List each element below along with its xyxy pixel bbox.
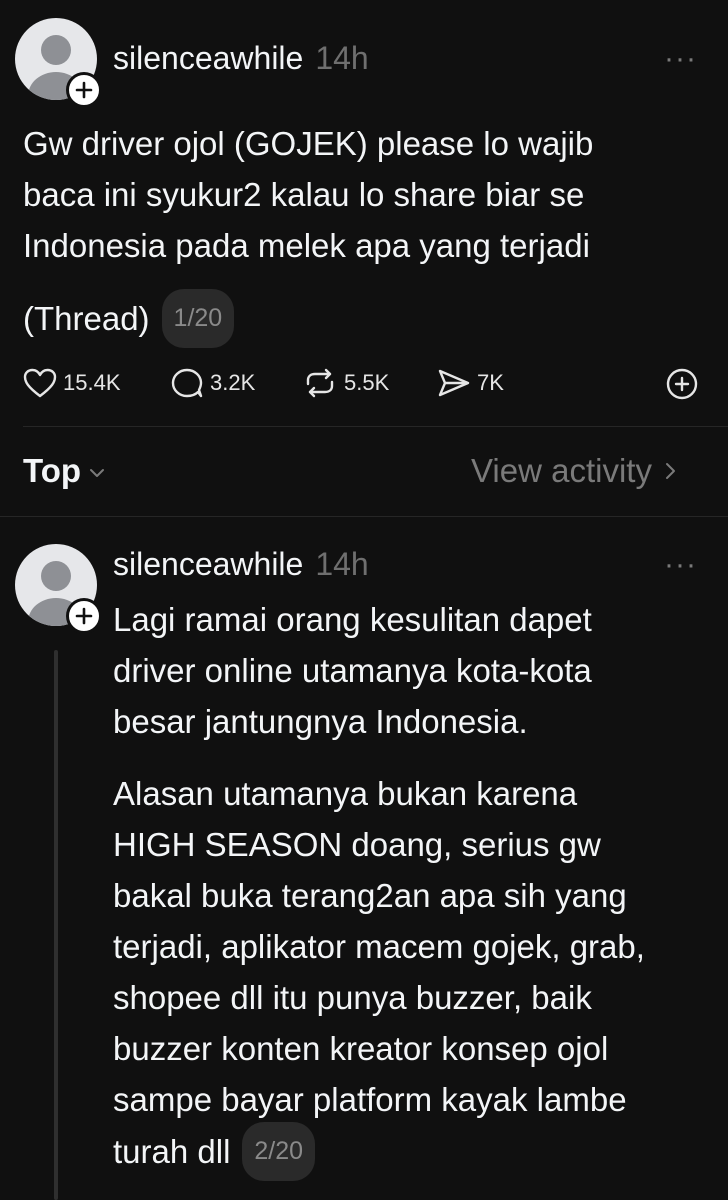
post-text-line: Gw driver ojol (GOJEK) please lo wajib (23, 125, 594, 162)
plus-icon (75, 607, 93, 625)
post-text-line: Lagi ramai orang kesulitan dapet (113, 601, 592, 638)
comment-icon (171, 368, 203, 398)
follow-button[interactable] (66, 72, 102, 108)
post-text-line: Alasan utamanya bukan karena (113, 775, 578, 812)
thread-counter: 2/20 (242, 1122, 316, 1181)
post-text-line: baca ini syukur2 kalau lo share biar se (23, 176, 585, 213)
post-text-line: shopee dll itu punya buzzer, baik (113, 979, 592, 1016)
repost-button[interactable]: 5.5K (302, 368, 389, 398)
post-text-line: terjadi, aplikator macem gojek, grab, (113, 928, 645, 965)
plus-icon (75, 81, 93, 99)
post-text-line: bakal buka terang2an apa sih yang (113, 877, 627, 914)
post-header: silenceawhile 14h (113, 546, 369, 583)
chevron-down-icon (90, 469, 105, 477)
repost-icon (306, 368, 334, 398)
post-text-line: HIGH SEASON doang, serius gw (113, 826, 601, 863)
repost-count: 5.5K (344, 370, 390, 395)
username[interactable]: silenceawhile (113, 40, 303, 77)
post-body-paragraph-1: Lagi ramai orang kesulitan dapet driver … (113, 594, 723, 747)
view-activity-label: View activity (471, 452, 652, 489)
more-options-icon[interactable]: ··· (664, 42, 697, 76)
post-body-paragraph-2: Alasan utamanya bukan karena HIGH SEASON… (113, 768, 723, 1184)
divider (23, 426, 728, 427)
post-body: Gw driver ojol (GOJEK) please lo wajib b… (23, 118, 713, 271)
heart-icon (23, 368, 57, 398)
chevron-right-icon (665, 463, 675, 479)
like-count: 15.4K (63, 370, 121, 395)
thread-line-text: (Thread) 1/20 (23, 289, 235, 351)
post-text-line: sampe bayar platform kayak lambe (113, 1081, 627, 1118)
post-text-line: Indonesia pada melek apa yang terjadi (23, 227, 590, 264)
more-options-icon[interactable]: ··· (664, 548, 697, 582)
post-text-line: turah dll (113, 1133, 231, 1171)
share-count: 7K (477, 370, 504, 395)
share-button[interactable]: 7K (437, 368, 504, 398)
divider (0, 516, 728, 517)
add-circle-icon (666, 368, 698, 400)
post-header: silenceawhile 14h (113, 40, 369, 77)
sort-label: Top (23, 452, 82, 489)
thread-label: (Thread) (23, 300, 150, 338)
view-activity-link[interactable]: View activity (471, 452, 680, 490)
follow-button[interactable] (66, 598, 102, 634)
reply-count: 3.2K (210, 370, 256, 395)
like-button[interactable]: 15.4K (23, 368, 121, 398)
post-text-last-line: turah dll 2/20 (113, 1122, 723, 1184)
add-to-feed-button[interactable] (665, 367, 699, 406)
thread-connector-line (54, 650, 58, 1200)
send-icon (438, 369, 470, 397)
reply-button[interactable]: 3.2K (170, 368, 255, 398)
thread-counter: 1/20 (161, 289, 235, 348)
post-time: 14h (315, 40, 369, 76)
post-text-line: buzzer konten kreator konsep ojol (113, 1030, 609, 1067)
post-text-line: besar jantungnya Indonesia. (113, 703, 528, 740)
username[interactable]: silenceawhile (113, 546, 303, 583)
post-text-line: driver online utamanya kota-kota (113, 652, 592, 689)
sort-dropdown[interactable]: Top (23, 452, 107, 490)
post-time: 14h (315, 546, 369, 582)
